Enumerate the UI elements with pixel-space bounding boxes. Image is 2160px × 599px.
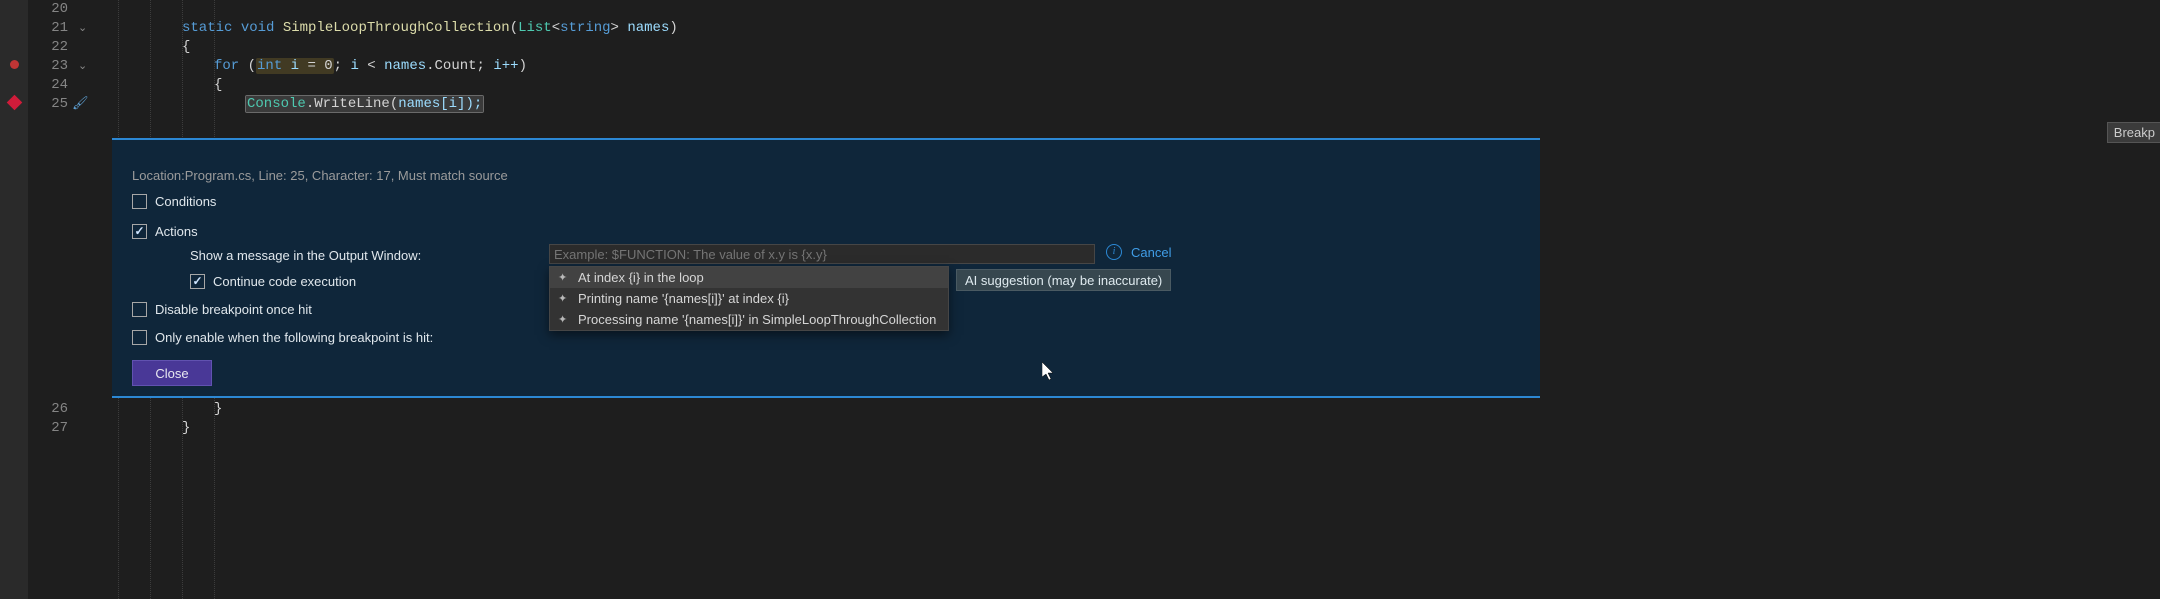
ai-suggestion-item[interactable]: At index {i} in the loop bbox=[550, 267, 948, 288]
ai-suggestion-dropdown: At index {i} in the loop Printing name '… bbox=[549, 266, 949, 331]
breakpoint-settings-panel: Breakp Location: Program.cs, Line: 25, C… bbox=[112, 138, 1540, 398]
breakpoint-indicator-dot[interactable] bbox=[10, 60, 19, 69]
only-enable-when-checkbox[interactable] bbox=[132, 330, 147, 345]
brush-icon: 🖌 bbox=[72, 95, 89, 111]
show-message-label: Show a message in the Output Window: bbox=[190, 248, 421, 263]
disable-once-hit-label: Disable breakpoint once hit bbox=[155, 302, 312, 317]
code-line[interactable]: { bbox=[88, 38, 2160, 57]
ai-suggestion-text: Printing name '{names[i]}' at index {i} bbox=[578, 291, 789, 306]
actions-label: Actions bbox=[155, 224, 198, 239]
sparkle-icon bbox=[558, 272, 570, 284]
code-line[interactable]: } bbox=[88, 400, 2160, 419]
location-label: Location: bbox=[132, 168, 185, 183]
ai-suggestion-item[interactable]: Processing name '{names[i]}' in SimpleLo… bbox=[550, 309, 948, 330]
ai-suggestion-text: Processing name '{names[i]}' in SimpleLo… bbox=[578, 312, 936, 327]
breakpoint-margin[interactable] bbox=[0, 0, 28, 599]
line-number: 20 bbox=[28, 0, 68, 19]
line-number: 23 bbox=[28, 57, 68, 76]
tracepoint-message-input[interactable] bbox=[549, 244, 1095, 264]
ai-suggestion-note: AI suggestion (may be inaccurate) bbox=[956, 269, 1171, 291]
sparkle-icon bbox=[558, 314, 570, 326]
close-button[interactable]: Close bbox=[132, 360, 212, 386]
fold-collapse-icon[interactable]: ⌄ bbox=[78, 19, 87, 38]
sparkle-icon bbox=[558, 293, 570, 305]
disable-once-hit-checkbox[interactable] bbox=[132, 302, 147, 317]
only-enable-when-label: Only enable when the following breakpoin… bbox=[155, 330, 433, 345]
code-line[interactable]: for (int i = 0; i < names.Count; i++) bbox=[88, 57, 2160, 76]
line-number: 27 bbox=[28, 419, 68, 438]
info-icon[interactable]: i bbox=[1106, 244, 1122, 260]
location-value: Program.cs, Line: 25, Character: 17, Mus… bbox=[185, 168, 508, 183]
ai-suggestion-item[interactable]: Printing name '{names[i]}' at index {i} bbox=[550, 288, 948, 309]
continue-execution-checkbox[interactable] bbox=[190, 274, 205, 289]
code-line[interactable]: static void SimpleLoopThroughCollection(… bbox=[88, 19, 2160, 38]
breakpoint-tag[interactable]: Breakp bbox=[2107, 122, 2160, 143]
line-number-gutter: 20 21 ⌄ 22 23 ⌄ 24 25 🖌 26 27 bbox=[28, 0, 88, 599]
conditions-checkbox[interactable] bbox=[132, 194, 147, 209]
code-line[interactable]: { bbox=[88, 76, 2160, 95]
line-number: 25 bbox=[28, 95, 68, 114]
line-number: 21 bbox=[28, 19, 68, 38]
code-line[interactable]: } bbox=[88, 419, 2160, 438]
conditions-label: Conditions bbox=[155, 194, 216, 209]
continue-execution-label: Continue code execution bbox=[213, 274, 356, 289]
line-number: 22 bbox=[28, 38, 68, 57]
cancel-link[interactable]: Cancel bbox=[1131, 245, 1171, 260]
breakpoint-indicator-tracepoint[interactable] bbox=[7, 95, 23, 111]
line-number: 24 bbox=[28, 76, 68, 95]
actions-checkbox[interactable] bbox=[132, 224, 147, 239]
fold-collapse-icon[interactable]: ⌄ bbox=[78, 57, 87, 76]
line-number: 26 bbox=[28, 400, 68, 419]
code-line[interactable]: Console.WriteLine(names[i]); bbox=[88, 95, 2160, 114]
ai-suggestion-text: At index {i} in the loop bbox=[578, 270, 704, 285]
